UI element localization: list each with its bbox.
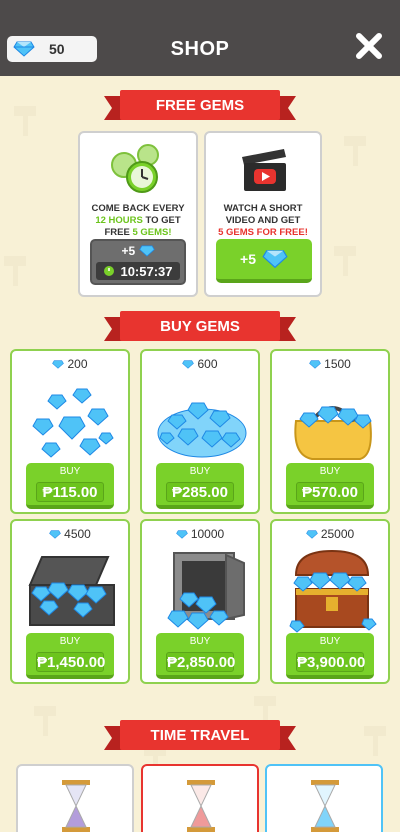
- hourglass-icon: [62, 780, 90, 832]
- gem-pack-4500: 4500 BUY ₱1,450.00: [10, 519, 130, 684]
- pack-price: ₱2,850.00: [166, 652, 236, 672]
- pack-price: ₱570.00: [296, 482, 364, 502]
- buy-button[interactable]: BUY ₱1,450.00: [26, 633, 114, 679]
- shop-header: 50 SHOP: [0, 0, 400, 76]
- gem-icon: [262, 250, 288, 269]
- watch-line3: 5 GEMS FOR FREE!: [218, 227, 308, 238]
- gem-pile-icon: [157, 402, 247, 458]
- gem-icon: [309, 359, 321, 369]
- pack-amount: 10000: [190, 527, 225, 541]
- buy-label: BUY: [59, 636, 81, 647]
- watch-button-label: +5: [240, 251, 256, 267]
- gem-vault-icon: [167, 552, 245, 630]
- pack-price: ₱1,450.00: [36, 652, 106, 672]
- hourglass-icon: [187, 780, 215, 832]
- timer-value: 10:57:37: [120, 263, 173, 279]
- close-button[interactable]: [355, 32, 383, 60]
- page-title: SHOP: [170, 38, 230, 60]
- video-clapperboard-icon: [242, 149, 286, 191]
- free-gems-title: FREE GEMS: [120, 90, 280, 120]
- pack-amount: 25000: [320, 527, 355, 541]
- come-back-line1: COME BACK EVERY: [91, 203, 185, 214]
- cooldown-timer: +5 10:57:37: [90, 239, 186, 285]
- come-back-hours: 12 HOURS: [95, 215, 143, 226]
- pack-amount: 1500: [324, 357, 351, 371]
- time-travel-card-blue[interactable]: [265, 764, 383, 832]
- pack-amount: 200: [67, 357, 88, 371]
- pack-price: ₱3,900.00: [296, 652, 366, 672]
- buy-label: BUY: [319, 466, 341, 477]
- buy-gems-title: BUY GEMS: [120, 311, 280, 341]
- gem-icon: [182, 359, 195, 369]
- timer-reward: +5: [92, 244, 184, 258]
- time-travel-card-red[interactable]: [141, 764, 259, 832]
- free-gems-ribbon: FREE GEMS: [104, 90, 296, 120]
- watch-line1: WATCH A SHORT: [223, 203, 303, 214]
- gem-icon: [176, 529, 188, 539]
- buy-label: BUY: [319, 636, 341, 647]
- buy-button[interactable]: BUY ₱285.00: [156, 463, 244, 509]
- buy-button[interactable]: BUY ₱570.00: [286, 463, 374, 509]
- come-back-line3: FREE: [104, 227, 133, 238]
- watch-line2: VIDEO AND GET: [225, 215, 301, 226]
- buy-label: BUY: [59, 466, 81, 477]
- gem-pack-25000: 25000 BUY ₱3,900.00: [270, 519, 390, 684]
- buy-button[interactable]: BUY ₱2,850.00: [156, 633, 244, 679]
- small-gems-icon: [32, 388, 114, 458]
- hourglass-icon: [311, 780, 339, 832]
- pack-price: ₱115.00: [36, 482, 104, 502]
- buy-gems-ribbon: BUY GEMS: [104, 311, 296, 341]
- come-back-line2: TO GET: [142, 215, 181, 226]
- watch-video-card: WATCH A SHORT VIDEO AND GET 5 GEMS FOR F…: [204, 131, 322, 297]
- watch-video-button[interactable]: +5: [216, 239, 312, 283]
- pack-amount: 600: [197, 357, 218, 371]
- gem-pack-10000: 10000 BUY ₱2,850.00: [140, 519, 260, 684]
- time-travel-ribbon: TIME TRAVEL: [104, 720, 296, 750]
- timer-reward-value: +5: [121, 244, 136, 258]
- buy-button[interactable]: BUY ₱3,900.00: [286, 633, 374, 679]
- treasure-chest-icon: [289, 549, 377, 633]
- gem-icon: [306, 529, 318, 539]
- pack-price: ₱285.00: [166, 482, 234, 502]
- gem-pack-1500: 1500 BUY ₱570.00: [270, 349, 390, 514]
- time-travel-card-purple[interactable]: [16, 764, 134, 832]
- pack-amount: 4500: [64, 527, 91, 541]
- gem-pack-600: 600 BUY ₱285.00: [140, 349, 260, 514]
- gem-icon: [52, 359, 65, 369]
- gem-icon: [138, 245, 155, 257]
- gem-icon: [49, 529, 61, 539]
- buy-label: BUY: [189, 636, 211, 647]
- clock-icon: [104, 266, 115, 276]
- buy-button[interactable]: BUY ₱115.00: [26, 463, 114, 509]
- gem-pack-200: 200 BUY ₱115.00: [10, 349, 130, 514]
- close-icon: [356, 33, 382, 59]
- come-back-card: COME BACK EVERY 12 HOURS TO GET FREE 5 G…: [78, 131, 198, 297]
- gem-briefcase-icon: [28, 556, 115, 626]
- time-travel-title: TIME TRAVEL: [120, 720, 280, 750]
- gem-bag-icon: [294, 406, 372, 460]
- come-back-gems: 5 GEMS!: [132, 227, 172, 238]
- buy-label: BUY: [189, 466, 211, 477]
- clock-icon: [111, 144, 159, 193]
